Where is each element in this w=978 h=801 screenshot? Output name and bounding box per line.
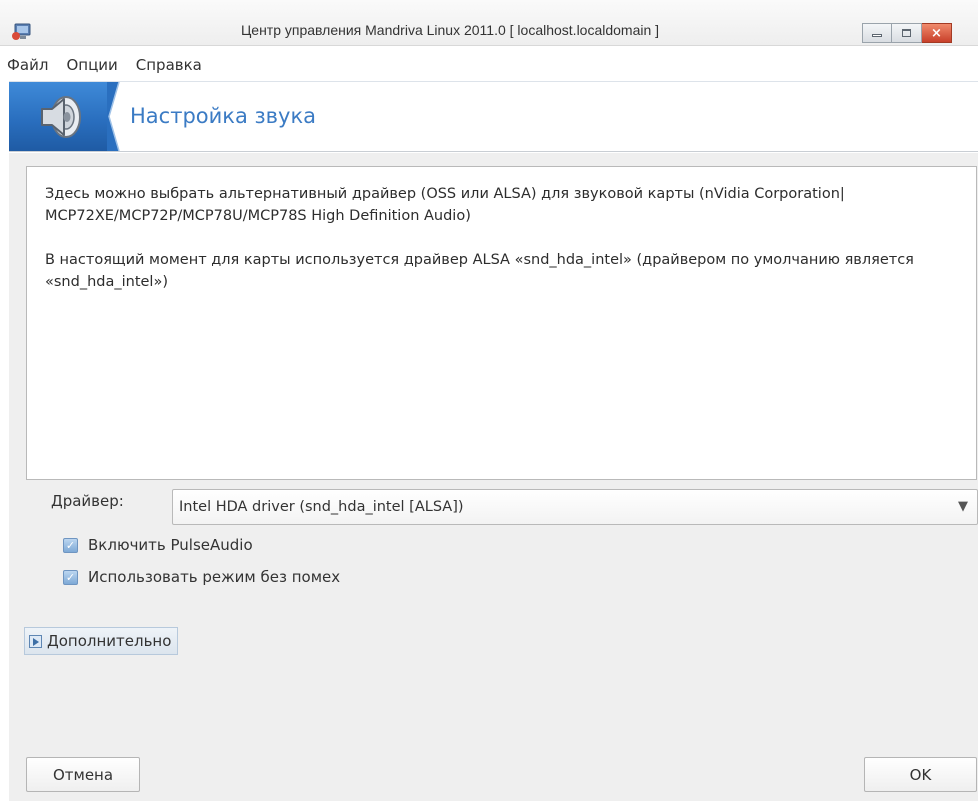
window-title: Центр управления Mandriva Linux 2011.0 [… bbox=[240, 22, 660, 38]
title-bar[interactable]: Центр управления Mandriva Linux 2011.0 [… bbox=[0, 0, 978, 46]
page-title: Настройка звука bbox=[130, 104, 317, 128]
advanced-expander[interactable]: Дополнительно bbox=[24, 627, 179, 655]
content-area: Здесь можно выбрать альтернативный драйв… bbox=[9, 153, 978, 801]
menu-options[interactable]: Опции bbox=[57, 52, 126, 78]
advanced-label: Дополнительно bbox=[47, 632, 172, 650]
pulseaudio-checkbox-row[interactable]: ✓ Включить PulseAudio bbox=[63, 535, 253, 555]
chevron-down-icon: ▼ bbox=[958, 499, 968, 514]
driver-select-value: Intel HDA driver (snd_hda_intel [ALSA]) bbox=[179, 499, 464, 515]
info-paragraph-2: В настоящий момент для карты используетс… bbox=[45, 252, 914, 290]
maximize-icon bbox=[902, 29, 911, 37]
driver-select[interactable]: Intel HDA driver (snd_hda_intel [ALSA]) … bbox=[172, 489, 978, 525]
info-textbox: Здесь можно выбрать альтернативный драйв… bbox=[26, 166, 977, 480]
pulseaudio-label: Включить PulseAudio bbox=[88, 536, 253, 554]
menu-file[interactable]: Файл bbox=[0, 52, 57, 78]
maximize-button[interactable] bbox=[892, 23, 922, 43]
driver-label: Драйвер: bbox=[51, 492, 124, 510]
glitch-free-checkbox[interactable]: ✓ bbox=[63, 569, 78, 585]
ok-button[interactable]: OK bbox=[864, 757, 977, 792]
menu-bar: Файл Опции Справка bbox=[0, 52, 211, 78]
menu-help[interactable]: Справка bbox=[127, 52, 211, 78]
close-button[interactable]: × bbox=[922, 23, 952, 43]
glitch-free-label: Использовать режим без помех bbox=[88, 568, 341, 586]
cancel-button[interactable]: Отмена bbox=[26, 757, 140, 792]
minimize-button[interactable] bbox=[862, 23, 892, 43]
window-controls: × bbox=[862, 23, 952, 43]
close-icon: × bbox=[931, 25, 942, 41]
banner-icon-panel bbox=[9, 82, 109, 151]
glitch-free-checkbox-row[interactable]: ✓ Использовать режим без помех bbox=[63, 567, 340, 587]
pulseaudio-checkbox[interactable]: ✓ bbox=[63, 537, 78, 553]
banner-notch-shape bbox=[107, 82, 120, 151]
minimize-icon bbox=[872, 34, 882, 37]
speaker-icon bbox=[41, 96, 81, 138]
header-banner: Настройка звука bbox=[9, 81, 978, 152]
expander-right-icon bbox=[29, 634, 42, 648]
info-paragraph-1: Здесь можно выбрать альтернативный драйв… bbox=[45, 186, 845, 224]
